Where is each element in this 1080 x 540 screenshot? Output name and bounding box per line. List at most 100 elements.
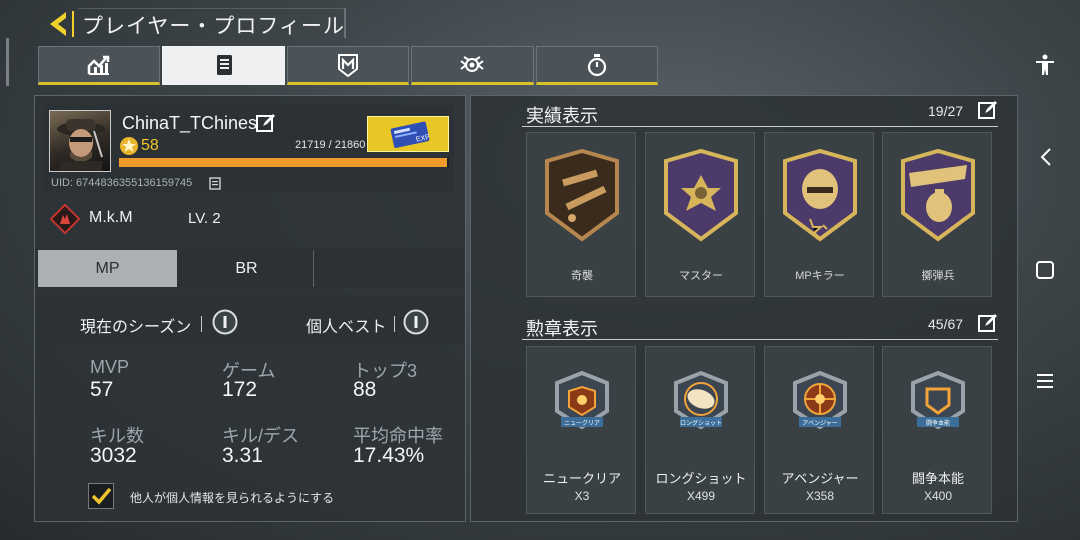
- medal-banner: ロングショット: [680, 421, 723, 427]
- medal-banner: 闘争本能: [925, 421, 950, 427]
- achievement-name: マスター: [679, 270, 723, 282]
- medal-banner: アベンジャー: [802, 421, 838, 427]
- nav-back-button[interactable]: [1036, 146, 1058, 168]
- exp-card-icon: EXP: [390, 121, 431, 148]
- document-list-icon: [216, 54, 232, 75]
- medal-count: X358: [805, 489, 835, 503]
- stat-label-mvp: MVP: [90, 357, 130, 377]
- stat-value-kd: 3.31: [222, 444, 263, 467]
- achievement-name: MPキラー: [795, 270, 845, 282]
- medal-count: X499: [686, 489, 716, 503]
- back-button[interactable]: [44, 9, 78, 39]
- combat-instinct-medal-icon: [911, 370, 965, 430]
- achievement-card[interactable]: マスター: [645, 132, 755, 297]
- tab-stats[interactable]: [38, 46, 161, 85]
- nav-menu-button[interactable]: [1034, 370, 1056, 392]
- soldier-avatar-icon: [57, 119, 105, 171]
- achievements-title: 実績表示: [526, 106, 598, 126]
- achievements-count: 19/27: [928, 103, 964, 119]
- emblem-icon: [460, 55, 485, 72]
- skull-helmet-icon: [783, 148, 857, 242]
- medal-name: 闘争本能: [911, 471, 964, 486]
- section-divider: [522, 126, 998, 127]
- achievement-name: 奇襲: [571, 270, 593, 282]
- medal-count: X3: [574, 489, 590, 503]
- medal-banner: ニュークリア: [563, 421, 600, 427]
- player-level: 58: [141, 137, 159, 154]
- accessibility-icon: [1036, 54, 1054, 75]
- medal-count: X400: [923, 489, 953, 503]
- achievement-card[interactable]: 擲弾兵: [882, 132, 992, 297]
- divider: [201, 316, 202, 332]
- longshot-medal-icon: [674, 370, 728, 430]
- stat-value-games: 172: [222, 378, 258, 401]
- info-icon: [212, 309, 238, 335]
- personal-best-label: 個人ベスト: [306, 319, 387, 336]
- clan-level: LV. 2: [188, 210, 221, 227]
- profile-tabs: [38, 46, 659, 85]
- menu-icon: [1037, 374, 1053, 388]
- stopwatch-icon: [587, 53, 606, 76]
- section-divider: [522, 339, 998, 340]
- edit-achievements-button[interactable]: [978, 100, 998, 120]
- medals-title: 勲章表示: [526, 319, 598, 339]
- medal-name: ロングショット: [655, 471, 747, 486]
- clan-emblem-icon: [49, 203, 81, 235]
- player-name: ChinaT_TChines: [122, 113, 258, 133]
- xp-progress-bar: [119, 158, 449, 167]
- edit-pencil-icon: [256, 114, 275, 132]
- privacy-checkbox[interactable]: [88, 483, 114, 509]
- tab-timer[interactable]: [535, 46, 659, 85]
- stat-value-top3: 88: [353, 378, 377, 401]
- achievement-name: 擲弾兵: [921, 270, 955, 282]
- xp-progress-fill: [119, 158, 447, 167]
- medal-card[interactable]: ロングショット ロングショット X499: [645, 346, 755, 514]
- tab-badges[interactable]: [286, 46, 410, 85]
- nav-home-button[interactable]: [1034, 259, 1056, 281]
- tab-profile[interactable]: [162, 46, 285, 85]
- medal-card[interactable]: アベンジャー アベンジャー X358: [764, 346, 874, 514]
- copy-uid-button[interactable]: [209, 176, 223, 190]
- stat-value-accuracy: 17.43%: [353, 444, 425, 467]
- edit-pencil-icon: [978, 314, 997, 332]
- xp-text: 21719 / 21860: [295, 139, 366, 151]
- edit-pencil-icon: [978, 101, 997, 119]
- current-season-info-button[interactable]: [212, 309, 238, 335]
- back-arrow-icon: [50, 11, 74, 37]
- badge-shield-icon: [338, 53, 359, 77]
- stat-value-kills: 3032: [90, 444, 137, 467]
- medal-card[interactable]: ニュークリア ニュークリア X3: [526, 346, 636, 514]
- level-star-icon: [119, 136, 139, 156]
- tab-emblems[interactable]: [411, 46, 534, 85]
- edit-name-button[interactable]: [256, 113, 276, 133]
- checkmark-icon: [91, 487, 112, 505]
- exp-card-button[interactable]: EXP: [367, 116, 449, 152]
- medal-card[interactable]: 闘争本能 闘争本能 X400: [882, 346, 992, 514]
- shovel-launcher-icon: [545, 148, 619, 242]
- achievement-card[interactable]: 奇襲: [526, 132, 636, 297]
- grenade-boom-icon: [901, 148, 975, 242]
- stats-chart-icon: [87, 55, 110, 75]
- tab-mp[interactable]: MP: [38, 250, 177, 287]
- avatar[interactable]: [49, 110, 111, 172]
- personal-best-info-button[interactable]: [403, 309, 429, 335]
- edit-medals-button[interactable]: [978, 313, 998, 333]
- current-season-label: 現在のシーズン: [80, 319, 192, 336]
- achievement-card[interactable]: MPキラー: [764, 132, 874, 297]
- square-home-icon: [1036, 261, 1054, 279]
- player-uid: UID: 6744836355136159745: [51, 177, 193, 189]
- chevron-left-icon: [1040, 148, 1051, 166]
- avenger-medal-icon: [793, 370, 847, 430]
- accessibility-button[interactable]: [1034, 54, 1056, 76]
- stat-value-mvp: 57: [90, 378, 114, 401]
- cross-medal-icon: [664, 148, 738, 242]
- clan-name: M.k.M: [89, 209, 133, 226]
- medal-name: ニュークリア: [542, 471, 621, 486]
- medals-count: 45/67: [928, 316, 964, 332]
- divider: [394, 316, 395, 332]
- left-edge-bar: [6, 38, 9, 86]
- nuclear-medal-icon: [555, 370, 609, 430]
- copy-icon: [209, 177, 221, 190]
- page-title: プレイヤー・プロフィール: [82, 14, 345, 38]
- tab-br[interactable]: BR: [180, 250, 314, 287]
